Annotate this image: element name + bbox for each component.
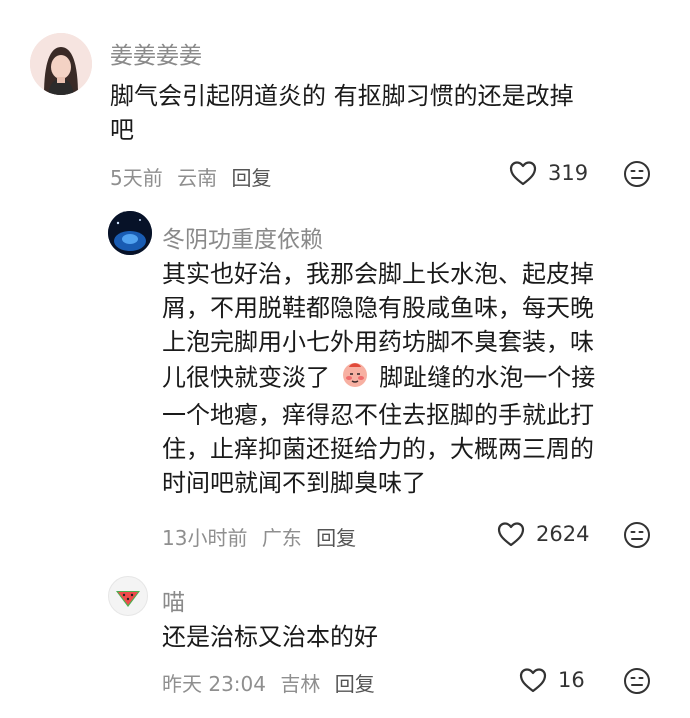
comment-line: 吧 (110, 116, 134, 144)
comment-meta: 5天前 云南 回复 (110, 162, 279, 191)
comment-text: 脚气会引起阴道炎的 有抠脚习惯的还是改掉 吧 (110, 79, 574, 147)
avatar[interactable] (108, 576, 148, 616)
location: 吉林 (280, 672, 321, 696)
heart-outline-icon (509, 161, 537, 186)
comment-line: 上泡完脚用小七外用药坊脚不臭套装，味 (162, 328, 594, 356)
like-button[interactable]: 319 (508, 159, 588, 187)
dislike-button[interactable] (622, 666, 652, 700)
timestamp: 昨天 23:04 (162, 672, 266, 696)
heart-outline-icon (497, 522, 525, 547)
comment-meta: 13小时前 广东 回复 (162, 522, 364, 551)
like-count: 2624 (536, 522, 590, 546)
like-count: 16 (558, 668, 585, 692)
timestamp: 13小时前 (162, 526, 248, 550)
heart-outline-icon (519, 668, 547, 693)
like-button[interactable]: 2624 (496, 520, 589, 548)
reply-button[interactable]: 回复 (316, 526, 356, 550)
frown-face-icon (624, 522, 650, 548)
like-button[interactable]: 16 (518, 666, 585, 694)
night-scene-avatar-icon (108, 211, 152, 255)
comment-line: 屑，不用脱鞋都隐隐有股咸鱼味，每天晚 (162, 294, 594, 322)
blushing-face-emoji-icon (340, 359, 370, 398)
comment-text: 其实也好治，我那会脚上长水泡、起皮掉 屑，不用脱鞋都隐隐有股咸鱼味，每天晚 上泡… (162, 257, 595, 500)
comment-line: 还是治标又治本的好 (162, 623, 378, 651)
location: 广东 (261, 526, 302, 550)
frown-face-icon (624, 161, 650, 187)
timestamp: 5天前 (110, 166, 163, 190)
frown-face-icon (624, 668, 650, 694)
comment-line: 一个地瘪，痒得忍不住去抠脚的手就此打 (162, 401, 594, 429)
avatar[interactable] (108, 211, 152, 255)
comment-line-part: 儿很快就变淡了 (162, 363, 330, 392)
comment-line-part: 脚趾缝的水泡一个接 (379, 363, 596, 392)
comment-meta: 昨天 23:04 吉林 回复 (162, 668, 383, 697)
reply-button[interactable]: 回复 (231, 166, 271, 190)
comment-line: 时间吧就闻不到脚臭味了 (162, 469, 426, 497)
reply-button[interactable]: 回复 (335, 672, 375, 696)
like-count: 319 (548, 161, 589, 185)
dislike-button[interactable] (622, 159, 652, 193)
username[interactable]: 喵 (162, 583, 185, 617)
dislike-button[interactable] (622, 520, 652, 554)
comment-line: 其实也好治，我那会脚上长水泡、起皮掉 (162, 260, 594, 288)
avatar[interactable] (30, 33, 92, 95)
username[interactable]: 冬阴功重度依赖 (162, 220, 323, 254)
watermelon-avatar-icon (116, 591, 140, 607)
username[interactable]: 姜姜姜姜 (110, 36, 202, 70)
comment-line: 脚气会引起阴道炎的 有抠脚习惯的还是改掉 (110, 82, 574, 110)
comment-line: 住，止痒抑菌还挺给力的，大概两三周的 (162, 435, 594, 463)
girl-avatar-icon (30, 33, 92, 95)
comment-line: 儿很快就变淡了 脚趾缝的水泡一个接 (162, 359, 595, 398)
location: 云南 (177, 166, 218, 190)
comment-text: 还是治标又治本的好 (162, 620, 378, 654)
